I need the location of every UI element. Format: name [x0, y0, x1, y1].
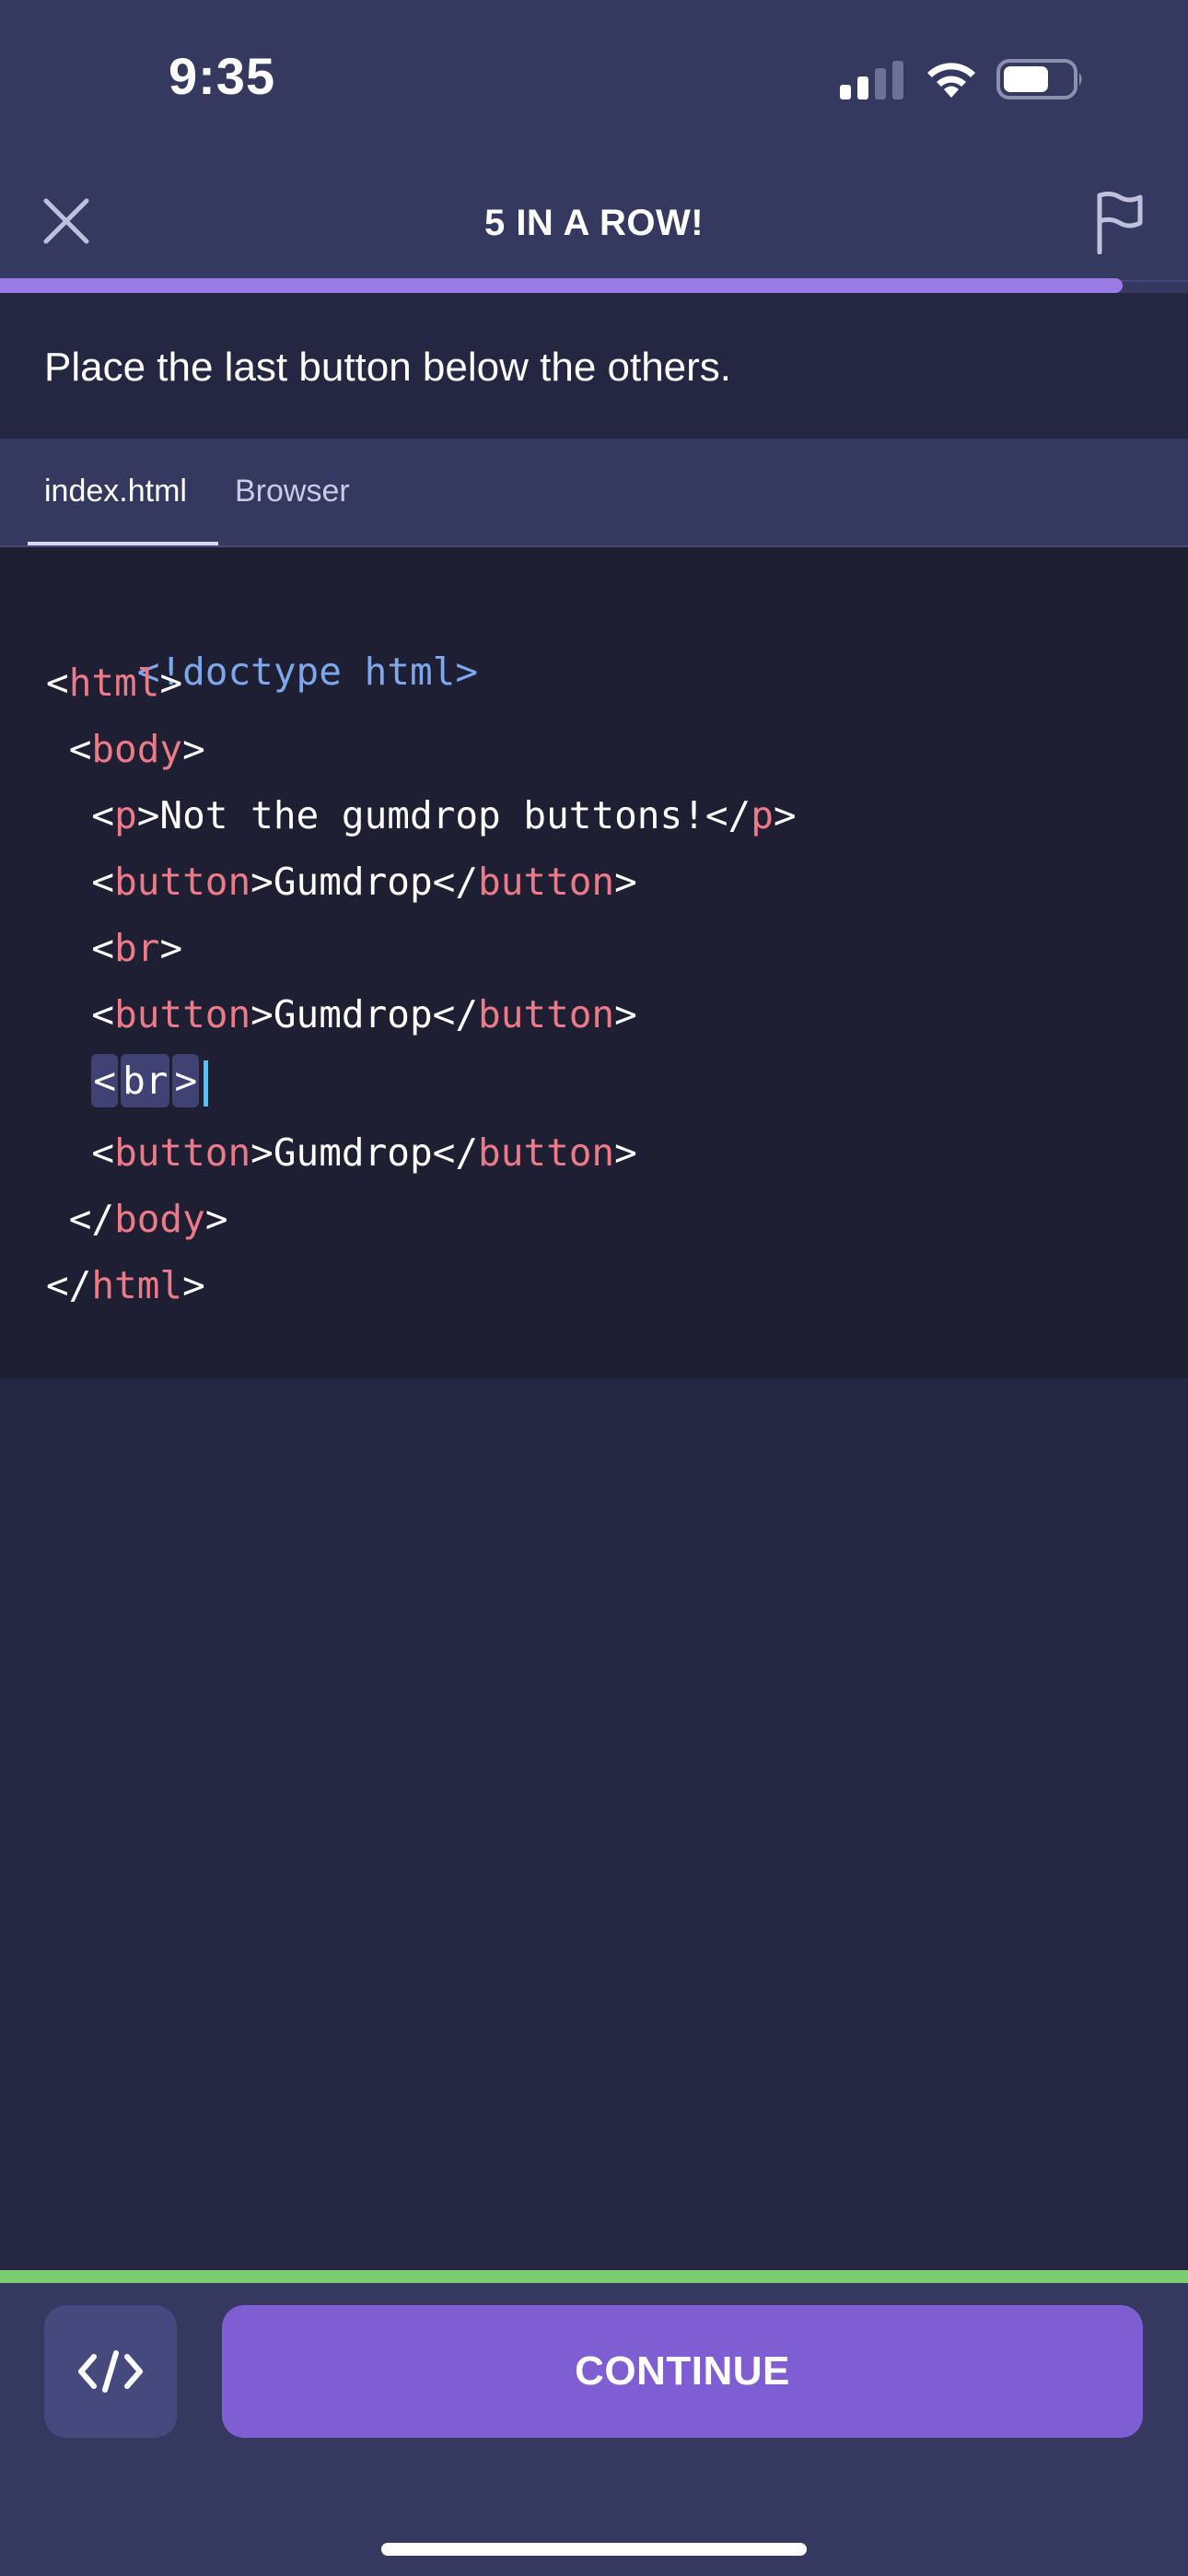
- code-punct: <: [91, 1130, 115, 1175]
- code-punct: <: [46, 661, 69, 705]
- code-tag: button: [114, 1130, 251, 1175]
- code-punct: <: [91, 926, 115, 970]
- progress-bar: [0, 278, 1124, 293]
- code-line: <body>: [46, 721, 205, 777]
- lesson-header: 5 IN A ROW!: [0, 166, 1188, 293]
- code-doctype: <!doctype html>: [136, 650, 479, 694]
- report-flag-button[interactable]: [1087, 186, 1153, 260]
- code-punct: >: [614, 860, 637, 904]
- code-line: <button>Gumdrop</button>: [46, 987, 637, 1042]
- code-line: <br>: [46, 920, 182, 976]
- code-line: <html>: [46, 655, 182, 710]
- code-punct: >: [773, 793, 797, 837]
- instruction-text: Place the last button below the others.: [44, 345, 732, 390]
- code-punct: <: [68, 727, 92, 771]
- code-line: <!doctype html>: [46, 589, 478, 694]
- code-punct: <: [91, 860, 115, 904]
- code-text: >Not the gumdrop buttons!</: [136, 793, 751, 837]
- status-time: 9:35: [169, 47, 276, 105]
- instruction-panel: Place the last button below the others.: [0, 299, 1188, 439]
- code-tag: button: [478, 860, 615, 904]
- code-line: </body>: [46, 1191, 228, 1247]
- editor-tab-bar: index.html Browser: [0, 439, 1188, 547]
- code-tag: button: [478, 1130, 615, 1175]
- code-line: </html>: [46, 1258, 205, 1313]
- code-editor[interactable]: <!doctype html> <html> <body> <p>Not the…: [0, 547, 1188, 1378]
- bottom-action-bar: CONTINUE: [0, 2270, 1188, 2576]
- code-line: <button>Gumdrop</button>: [46, 1125, 637, 1180]
- battery-icon: [996, 59, 1082, 100]
- code-tag: br: [114, 926, 160, 970]
- tab-browser[interactable]: Browser: [235, 474, 350, 509]
- code-punct: <: [91, 793, 115, 837]
- code-tag: body: [91, 727, 183, 771]
- code-punct: </: [68, 1197, 115, 1241]
- code-punct: </: [46, 1263, 92, 1307]
- code-punct: >: [182, 727, 205, 771]
- code-tag: button: [478, 992, 615, 1036]
- code-line-placed-tokens[interactable]: < br >: [46, 1053, 209, 1108]
- code-punct: >: [159, 926, 183, 970]
- code-punct: >: [614, 992, 637, 1036]
- text-cursor: [204, 1060, 209, 1107]
- wifi-icon: [927, 63, 975, 98]
- cellular-signal-icon: [840, 61, 903, 100]
- placed-token-close[interactable]: >: [172, 1054, 200, 1107]
- code-brackets-icon: [78, 2350, 143, 2393]
- flag-icon: [1097, 192, 1143, 254]
- continue-button[interactable]: CONTINUE: [222, 2305, 1143, 2438]
- code-punct: >: [614, 1130, 637, 1175]
- home-indicator[interactable]: [381, 2543, 807, 2556]
- code-punct: >: [204, 1197, 228, 1241]
- code-text: >Gumdrop</: [250, 860, 479, 904]
- placed-token-open[interactable]: <: [91, 1054, 119, 1107]
- code-punct: <: [91, 992, 115, 1036]
- active-tab-indicator: [28, 542, 218, 545]
- status-bar: 9:35: [0, 0, 1188, 166]
- code-keyboard-toggle-button[interactable]: [44, 2305, 177, 2438]
- code-text: >Gumdrop</: [250, 992, 479, 1036]
- code-text: >Gumdrop</: [250, 1130, 479, 1175]
- code-line: <button>Gumdrop</button>: [46, 854, 637, 909]
- placed-token-tag[interactable]: br: [121, 1054, 170, 1107]
- code-tag: button: [114, 860, 251, 904]
- code-tag: p: [751, 793, 774, 837]
- code-tag: html: [91, 1263, 183, 1307]
- code-tag: html: [68, 661, 160, 705]
- code-punct: >: [182, 1263, 205, 1307]
- code-line: <p>Not the gumdrop buttons!</p>: [46, 788, 797, 843]
- page-title: 5 IN A ROW!: [483, 203, 705, 243]
- code-tag: p: [114, 793, 137, 837]
- code-tag: button: [114, 992, 251, 1036]
- code-punct: >: [159, 661, 183, 705]
- tab-index-html[interactable]: index.html: [44, 474, 187, 509]
- code-tag: body: [114, 1197, 205, 1241]
- correct-accent-bar: [0, 2270, 1188, 2283]
